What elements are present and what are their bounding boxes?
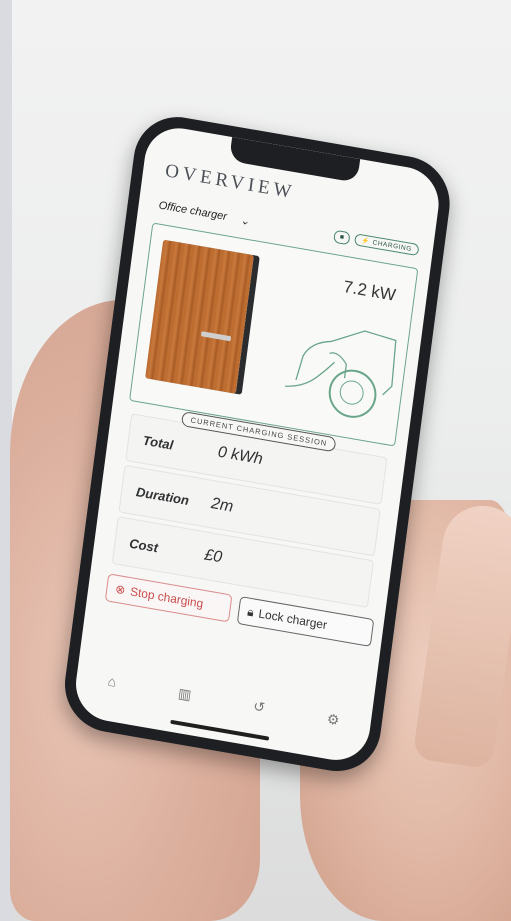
- stat-label: Total: [142, 432, 175, 453]
- stats-icon[interactable]: ▥: [177, 684, 192, 703]
- car-wheel-hub: [338, 378, 366, 407]
- lock-icon: 🔒︎: [246, 604, 255, 619]
- status-badge: ⚡ CHARGING: [354, 233, 420, 257]
- charger-dropdown[interactable]: Office charger ⌄: [157, 199, 251, 228]
- stat-value: 0 kWh: [216, 443, 264, 469]
- history-icon[interactable]: ↺: [252, 697, 266, 716]
- stop-charging-label: Stop charging: [129, 584, 205, 611]
- charger-status-group: ■ ⚡ CHARGING: [333, 229, 420, 257]
- stat-label: Cost: [128, 535, 159, 555]
- stat-value: 2m: [210, 495, 235, 516]
- power-readout: 7.2 kW: [342, 276, 397, 305]
- wallbox-image: [145, 239, 254, 394]
- lock-status-icon: ■: [333, 229, 351, 245]
- charger-hero-card: 7.2 kW: [129, 222, 419, 447]
- stat-label: Duration: [135, 483, 190, 508]
- charger-dropdown-label: Office charger: [157, 199, 228, 224]
- stop-icon: ⊗: [114, 581, 127, 598]
- home-icon[interactable]: ⌂: [107, 673, 117, 690]
- settings-icon[interactable]: ⚙: [326, 710, 340, 729]
- stat-value: £0: [203, 546, 224, 567]
- chevron-down-icon: ⌄: [239, 214, 251, 228]
- lock-charger-label: Lock charger: [257, 606, 328, 633]
